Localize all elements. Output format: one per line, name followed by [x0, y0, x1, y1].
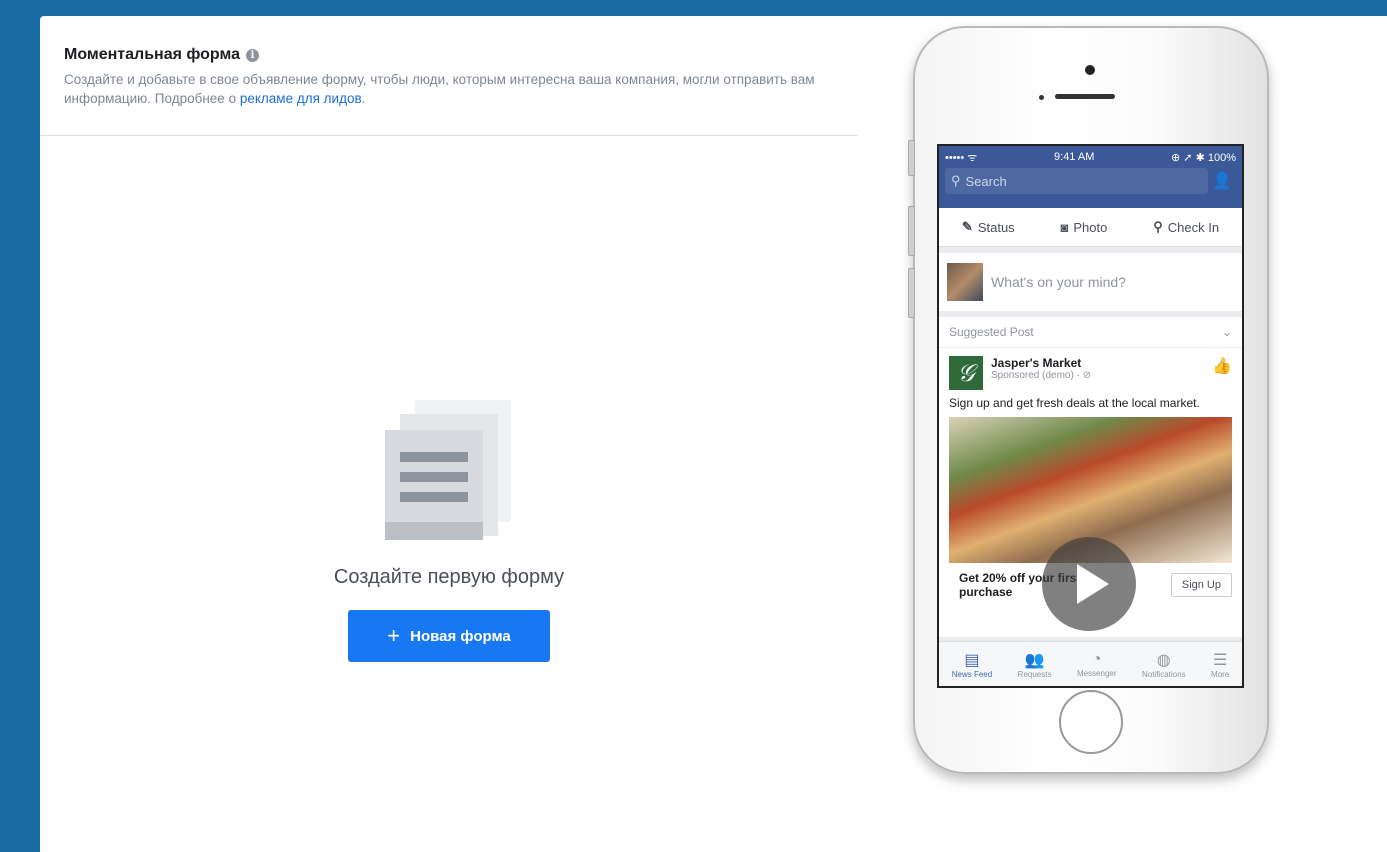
status-bar: ••••• ᯤ 9:41 AM ⊕ ➚ ✱ 100%	[939, 146, 1242, 168]
new-form-label: Новая форма	[410, 627, 511, 645]
play-icon[interactable]	[1042, 537, 1136, 631]
photo-action[interactable]: ◙ Photo	[1061, 220, 1108, 235]
menu-icon: ☰	[1212, 651, 1228, 669]
form-stack-icon	[385, 400, 511, 540]
tab-more[interactable]: ☰ More	[1211, 650, 1229, 679]
avatar	[947, 263, 983, 301]
requests-icon: 👥	[1024, 651, 1045, 669]
info-icon[interactable]: i	[246, 48, 260, 62]
tab-label: Requests	[1017, 669, 1052, 679]
phone-mute-switch	[908, 140, 915, 176]
page-title: Моментальная форма i	[64, 46, 824, 64]
author-name[interactable]: Jasper's Market	[991, 356, 1091, 370]
photo-label: Photo	[1073, 219, 1108, 235]
tab-news-feed[interactable]: ▤ News Feed	[952, 650, 992, 679]
divider	[40, 135, 858, 136]
tab-bar: ▤ News Feed 👥 Requests ◔ Messenger ◍ Notific…	[939, 641, 1242, 686]
composer[interactable]: What's on your mind?	[939, 253, 1242, 311]
chevron-down-icon[interactable]: ⌄	[1222, 325, 1232, 339]
checkin-action[interactable]: ⚲ Check In	[1153, 219, 1219, 235]
title-text: Моментальная форма	[64, 46, 241, 63]
tab-label: Messenger	[1076, 668, 1117, 678]
globe-icon: ◍	[1156, 651, 1171, 669]
status-label: Status	[977, 219, 1015, 235]
composer-actions: ✎ Status ◙ Photo ⚲ Check In	[939, 208, 1242, 247]
search-icon: ⚲	[951, 173, 961, 188]
post-author: 𝒢 Jasper's Market Sponsored (demo) · ⊘ 👍	[939, 348, 1242, 390]
status-action[interactable]: ✎ Status	[962, 219, 1015, 235]
phone-volume-up	[908, 206, 915, 256]
search-input[interactable]: ⚲ Search	[945, 168, 1208, 194]
battery-icon: ⊕ ➚ ✱ 100%	[1171, 151, 1236, 164]
description-suffix: .	[361, 91, 366, 106]
contacts-icon[interactable]: 👤	[1208, 171, 1236, 191]
sign-up-button[interactable]: Sign Up	[1170, 573, 1232, 597]
search-placeholder: Search	[965, 173, 1007, 189]
like-icon[interactable]: 👍	[1212, 356, 1232, 376]
suggested-label: Suggested Post	[949, 325, 1034, 339]
plus-icon: +	[387, 623, 401, 648]
signal-icon: ••••• ᯤ	[945, 151, 978, 164]
market-logo[interactable]: 𝒢	[949, 356, 983, 390]
suggested-header: Suggested Post ⌄	[939, 317, 1242, 348]
sponsored-label: Sponsored (demo) · ⊘	[991, 370, 1092, 381]
messenger-icon: ◔	[1091, 650, 1102, 668]
suggested-post: Suggested Post ⌄ 𝒢 Jasper's Market Spons…	[939, 317, 1242, 637]
camera-icon: ◙	[1060, 219, 1069, 235]
status-time: 9:41 AM	[1054, 151, 1095, 163]
main-panel: Моментальная форма i Создайте и добавьте…	[40, 16, 1387, 852]
description-text: Создайте и добавьте в свое объявление фо…	[64, 72, 815, 106]
composer-placeholder: What's on your mind?	[991, 274, 1126, 290]
lead-ads-link[interactable]: рекламе для лидов	[240, 91, 362, 106]
tab-requests[interactable]: 👥 Requests	[1018, 650, 1052, 679]
sensor-dot	[1039, 95, 1044, 100]
news-feed-icon: ▤	[964, 651, 980, 669]
new-form-button[interactable]: + Новая форма	[348, 610, 550, 662]
tab-notifications[interactable]: ◍ Notifications	[1142, 650, 1186, 679]
tab-label: More	[1211, 669, 1230, 679]
phone-preview: ••••• ᯤ 9:41 AM ⊕ ➚ ✱ 100% ⚲ Search 👤 ✎ S…	[908, 26, 1269, 774]
tab-label: News Feed	[951, 669, 993, 679]
form-header: Моментальная форма i Создайте и добавьте…	[64, 46, 824, 108]
speaker-grille	[1055, 94, 1115, 99]
post-text: Sign up and get fresh deals at the local…	[949, 396, 1200, 410]
camera-icon	[1085, 65, 1095, 75]
home-button[interactable]	[1059, 690, 1123, 754]
phone-screen: ••••• ᯤ 9:41 AM ⊕ ➚ ✱ 100% ⚲ Search 👤 ✎ S…	[937, 144, 1244, 688]
phone-volume-down	[908, 268, 915, 318]
tab-messenger[interactable]: ◔ Messenger	[1077, 651, 1117, 678]
tab-label: Notifications	[1141, 669, 1186, 679]
search-row: ⚲ Search 👤	[939, 168, 1242, 194]
checkin-label: Check In	[1167, 219, 1220, 235]
description: Создайте и добавьте в свое объявление фо…	[64, 70, 824, 108]
location-pin-icon: ⚲	[1153, 219, 1163, 234]
empty-state-text: Создайте первую форму	[333, 566, 565, 588]
edit-icon: ✎	[961, 219, 973, 234]
fb-top-bar: ••••• ᯤ 9:41 AM ⊕ ➚ ✱ 100% ⚲ Search 👤	[939, 146, 1242, 208]
